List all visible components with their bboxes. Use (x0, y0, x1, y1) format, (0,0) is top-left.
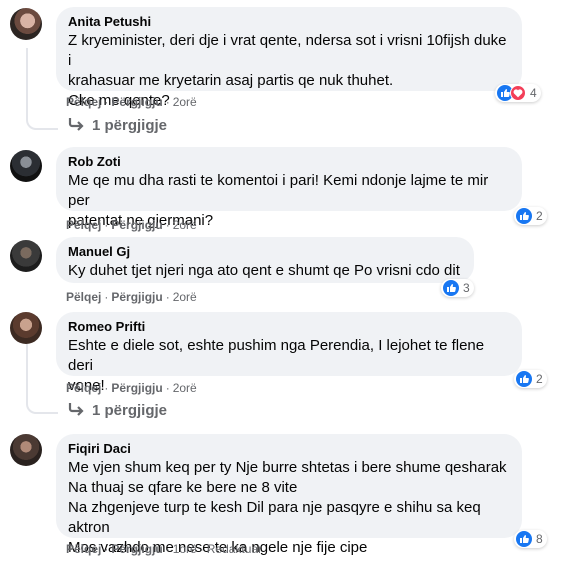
comment-author[interactable]: Rob Zoti (68, 154, 510, 170)
like-button[interactable]: Pëlqej (66, 95, 101, 109)
like-button[interactable]: Pëlqej (66, 218, 101, 232)
reply-button[interactable]: Përgjigju (111, 290, 162, 304)
reply-arrow-icon (68, 403, 84, 416)
reply-button[interactable]: Përgjigju (111, 542, 162, 556)
avatar[interactable] (10, 150, 42, 182)
reactions[interactable]: 3 (441, 279, 474, 297)
comment-actions: Pëlqej · Përgjigju · 2orë (66, 290, 197, 304)
like-icon (516, 371, 532, 387)
reactions[interactable]: 2 (514, 370, 547, 388)
like-icon (516, 208, 532, 224)
comment-actions: Pëlqej · Përgjigju · 2orë (66, 381, 197, 395)
avatar[interactable] (10, 8, 42, 40)
reply-button[interactable]: Përgjigju (111, 381, 162, 395)
thread-line (26, 48, 58, 130)
reactions[interactable]: 8 (514, 530, 547, 548)
love-icon (510, 85, 526, 101)
view-replies-link[interactable]: 1 përgjigje (68, 402, 167, 419)
comment-author[interactable]: Fiqiri Daci (68, 441, 510, 457)
comment-bubble: Manuel Gj Ky duhet tjet njeri nga ato qe… (56, 237, 474, 283)
reaction-count: 2 (536, 209, 543, 223)
comment-author[interactable]: Manuel Gj (68, 244, 462, 260)
reaction-count: 2 (536, 372, 543, 386)
comment-timestamp[interactable]: 2orë (173, 290, 197, 304)
comment-author[interactable]: Anita Petushi (68, 14, 510, 30)
reply-arrow-icon (68, 118, 84, 131)
replies-count-label: 1 përgjigje (92, 402, 168, 419)
avatar[interactable] (10, 240, 42, 272)
comment-timestamp[interactable]: 1orë (173, 542, 197, 556)
comment-author[interactable]: Romeo Prifti (68, 319, 510, 335)
reaction-count: 8 (536, 532, 543, 546)
comment-actions: Pëlqej · Përgjigju · 2orë (66, 95, 197, 109)
comment-timestamp[interactable]: 2orë (173, 95, 197, 109)
comment-text: Ky duhet tjet njeri nga ato qent e shumt… (68, 262, 460, 279)
like-button[interactable]: Pëlqej (66, 290, 101, 304)
thread-line (26, 344, 58, 414)
comment-timestamp[interactable]: 2orë (173, 218, 197, 232)
comment-bubble: Fiqiri Daci Me vjen shum keq per ty Nje … (56, 434, 522, 556)
avatar[interactable] (10, 312, 42, 344)
avatar[interactable] (10, 434, 42, 466)
like-icon (516, 531, 532, 547)
replies-count-label: 1 përgjigje (92, 117, 168, 134)
comment-bubble: Rob Zoti Me qe mu dha rasti te komentoi … (56, 147, 522, 229)
edited-label[interactable]: Redaktuar (207, 542, 262, 556)
comment-actions: Pëlqej · Përgjigju · 1orë · Redaktuar (66, 542, 263, 556)
reaction-count: 3 (463, 281, 470, 295)
comment-bubble: Anita Petushi Z kryeminister, deri dje i… (56, 7, 522, 109)
like-button[interactable]: Pëlqej (66, 381, 101, 395)
reactions[interactable]: 2 (514, 207, 547, 225)
comment-actions: Pëlqej · Përgjigju · 2orë (66, 218, 197, 232)
reply-button[interactable]: Përgjigju (111, 95, 162, 109)
like-button[interactable]: Pëlqej (66, 542, 101, 556)
reactions[interactable]: 4 (495, 84, 541, 102)
reaction-count: 4 (530, 86, 537, 100)
reply-button[interactable]: Përgjigju (111, 218, 162, 232)
view-replies-link[interactable]: 1 përgjigje (68, 117, 167, 134)
comment-bubble: Romeo Prifti Eshte e diele sot, eshte pu… (56, 312, 522, 394)
like-icon (443, 280, 459, 296)
comment-timestamp[interactable]: 2orë (173, 381, 197, 395)
